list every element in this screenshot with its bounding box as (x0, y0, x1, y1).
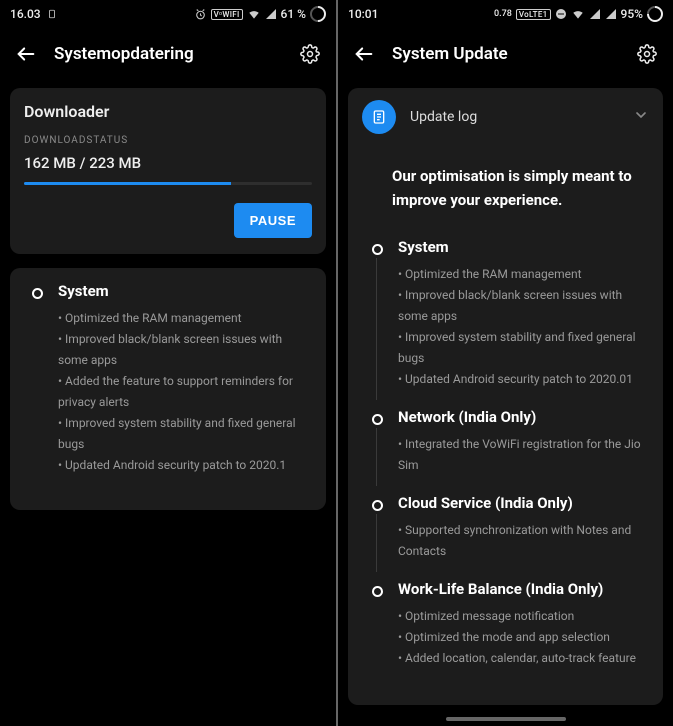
app-bar: Systemopdatering (0, 28, 336, 80)
release-section: System• Optimized the RAM management• Im… (24, 282, 312, 476)
section-item: • Updated Android security patch to 2020… (398, 369, 647, 390)
alarm-icon (194, 8, 207, 21)
document-icon (362, 100, 396, 134)
status-time: 10:01 (348, 7, 378, 21)
download-card: Downloader DOWNLOADSTATUS 162 MB / 223 M… (10, 88, 326, 254)
section-title: Cloud Service (India Only) (398, 494, 647, 512)
gesture-bar (338, 712, 673, 726)
section-item: • Improved system stability and fixed ge… (58, 413, 312, 455)
status-time: 16.03 (10, 7, 41, 21)
section-item: • Optimized the mode and app selection (398, 627, 647, 648)
dnd-icon (555, 8, 567, 20)
status-bar: 16.03 VᵒWIFI 61 % (0, 0, 336, 28)
update-log-tagline: Our optimisation is simply meant to impr… (392, 164, 641, 212)
section-item: • Improved black/blank screen issues wit… (398, 285, 647, 327)
page-title: Systemopdatering (54, 44, 194, 64)
section-item: • Updated Android security patch to 2020… (58, 455, 312, 476)
section-item: • Added the feature to support reminders… (58, 371, 312, 413)
section-item: • Optimized the RAM management (58, 308, 312, 329)
section-item: • Improved black/blank screen issues wit… (58, 329, 312, 371)
signal-icon-2 (605, 8, 617, 20)
settings-button[interactable] (635, 42, 659, 66)
back-button[interactable] (14, 42, 38, 66)
update-log-label: Update log (410, 109, 633, 125)
back-button[interactable] (352, 42, 376, 66)
update-log-card: Update log Our optimisation is simply me… (348, 88, 663, 705)
release-section: Network (India Only) • Integrated the VoW… (364, 408, 647, 476)
volte-badge: VoLTE1 (516, 9, 551, 20)
download-progress-text: 162 MB / 223 MB (24, 154, 312, 172)
wifi-icon (571, 7, 585, 21)
battery-ring-icon (647, 6, 663, 22)
release-section: Work-Life Balance (India Only) • Optimize… (364, 580, 647, 669)
wifi-icon (247, 7, 261, 21)
section-title: System (398, 238, 647, 256)
update-log-header[interactable]: Update log (348, 88, 663, 146)
section-item: • Integrated the VoWiFi registration for… (398, 434, 647, 476)
content-area[interactable]: Update log Our optimisation is simply me… (338, 80, 673, 712)
download-progress-bar (24, 182, 312, 185)
release-section: System• Optimized the RAM management• Im… (364, 238, 647, 390)
page-title: System Update (392, 44, 508, 64)
signal-icon (265, 8, 277, 20)
phone-left: 16.03 VᵒWIFI 61 % Systemopdatering (0, 0, 336, 726)
data-rate: 0.78 (494, 10, 512, 19)
content-area[interactable]: Downloader DOWNLOADSTATUS 162 MB / 223 M… (0, 80, 336, 726)
battery-ring-icon (310, 6, 326, 22)
section-title: Network (India Only) (398, 408, 647, 426)
release-section: Cloud Service (India Only) • Supported sy… (364, 494, 647, 562)
section-item: • Optimized message notification (398, 606, 647, 627)
section-title: System (58, 282, 312, 300)
release-notes-card: System• Optimized the RAM management• Im… (10, 268, 326, 510)
battery-text: 95% (621, 7, 643, 21)
release-notes-list: System• Optimized the RAM management• Im… (364, 238, 647, 669)
battery-text: 61 % (281, 7, 306, 21)
status-bar: 10:01 0.78 VoLTE1 95% (338, 0, 673, 28)
section-item: • Added location, calendar, auto-track f… (398, 648, 647, 669)
signal-icon (589, 8, 601, 20)
section-item: • Optimized the RAM management (398, 264, 647, 285)
chevron-down-icon (633, 107, 649, 127)
section-item: • Improved system stability and fixed ge… (398, 327, 647, 369)
settings-button[interactable] (298, 42, 322, 66)
sim-icon (47, 9, 57, 19)
app-bar: System Update (338, 28, 673, 80)
download-status-label: DOWNLOADSTATUS (24, 135, 312, 146)
phone-right: 10:01 0.78 VoLTE1 95% (338, 0, 673, 726)
pause-button[interactable]: PAUSE (234, 203, 312, 238)
section-item: • Supported synchronization with Notes a… (398, 520, 647, 562)
download-heading: Downloader (24, 102, 312, 121)
section-title: Work-Life Balance (India Only) (398, 580, 647, 598)
vowifi-badge: VᵒWIFI (211, 9, 243, 20)
